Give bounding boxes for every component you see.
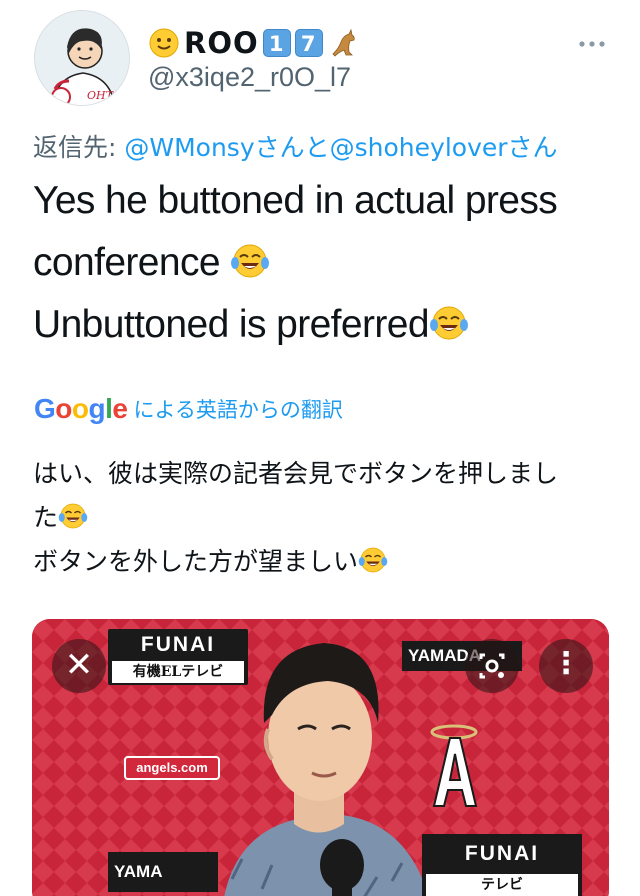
face-with-tears-of-joy-icon bbox=[231, 244, 270, 278]
translated-line-text: た bbox=[33, 503, 59, 532]
avatar[interactable]: OHTA bbox=[34, 10, 130, 106]
vertical-dots-icon: ⋮ bbox=[551, 647, 581, 680]
funai-brand-text: FUNAI bbox=[140, 633, 216, 656]
tweet: OHTA ROO 1 7 @x3iqe2_r0O_l7 返信先: @WMonsy… bbox=[0, 0, 640, 896]
face-with-tears-of-joy-icon bbox=[58, 503, 88, 529]
avatar-illustration: OHTA bbox=[35, 11, 129, 105]
translation-label: による英語からの翻訳 bbox=[133, 398, 343, 422]
close-icon: ✕ bbox=[64, 646, 94, 684]
yamada-banner-lower: YAMA bbox=[108, 852, 218, 892]
replying-to: 返信先: @WMonsyさんと@shoheyloverさん bbox=[33, 128, 558, 164]
reply-prefix: 返信先: bbox=[33, 133, 125, 162]
tweet-line: Yes he buttoned in actual press bbox=[33, 179, 558, 222]
tweet-line-with-emoji: Unbuttoned is preferred bbox=[33, 294, 623, 356]
funai-banner-lower: FUNAI テレビ bbox=[422, 834, 582, 896]
reply-suffix: さん bbox=[507, 133, 558, 162]
avatar-badge-text: OHTA bbox=[87, 89, 120, 102]
translated-line-with-emoji: ボタンを外した方が望ましい bbox=[33, 540, 623, 584]
display-name[interactable]: ROO 1 7 bbox=[148, 24, 359, 62]
translated-line-text: ボタンを外した方が望ましい bbox=[33, 547, 359, 576]
menu-button[interactable]: ⋮ bbox=[539, 639, 593, 693]
reply-joiner: さんと bbox=[254, 133, 330, 162]
lens-search-icon bbox=[479, 653, 505, 679]
handle[interactable]: @x3iqe2_r0O_l7 bbox=[148, 62, 351, 93]
translated-text: はい、彼は実際の記者会見でボタンを押しまし た ボタンを外した方が望ましい bbox=[33, 452, 623, 584]
display-name-text: ROO bbox=[184, 26, 259, 60]
funai-sub-text-lower: テレビ bbox=[426, 874, 578, 896]
funai-brand-text-lower: FUNAI bbox=[464, 842, 540, 865]
slightly-smiling-face-icon bbox=[149, 28, 179, 58]
translated-line-with-emoji: た bbox=[33, 496, 623, 540]
google-logo: Google bbox=[34, 393, 128, 424]
mention-link-shoheylover[interactable]: @shoheylover bbox=[330, 133, 508, 162]
media-image[interactable]: FUNAI 有機ELテレビ YAMADA angels.com YAMA FUN… bbox=[32, 619, 609, 896]
keycap-one-icon: 1 bbox=[262, 29, 291, 57]
lens-button[interactable] bbox=[465, 639, 519, 693]
angels-url-tag: angels.com bbox=[124, 756, 220, 780]
tweet-line-text: Unbuttoned is preferred bbox=[33, 303, 430, 346]
tweet-text: Yes he buttoned in actual press conferen… bbox=[33, 170, 623, 356]
funai-banner: FUNAI 有機ELテレビ bbox=[108, 629, 248, 685]
face-with-tears-of-joy-icon bbox=[358, 547, 388, 573]
close-button[interactable]: ✕ bbox=[52, 639, 106, 693]
kangaroo-icon bbox=[332, 28, 355, 57]
tweet-line-with-emoji: conference bbox=[33, 232, 623, 294]
translated-line: はい、彼は実際の記者会見でボタンを押しまし bbox=[33, 459, 559, 488]
keycap-seven-icon: 7 bbox=[294, 29, 323, 57]
more-options-button[interactable] bbox=[574, 30, 610, 58]
translation-attribution[interactable]: Google による英語からの翻訳 bbox=[34, 392, 343, 426]
tweet-line-text: conference bbox=[33, 241, 231, 284]
mention-link-wmonsy[interactable]: @WMonsy bbox=[124, 133, 254, 162]
face-with-tears-of-joy-icon bbox=[429, 306, 468, 340]
funai-sub-text: 有機ELテレビ bbox=[112, 661, 244, 683]
more-horizontal-icon bbox=[579, 41, 605, 47]
